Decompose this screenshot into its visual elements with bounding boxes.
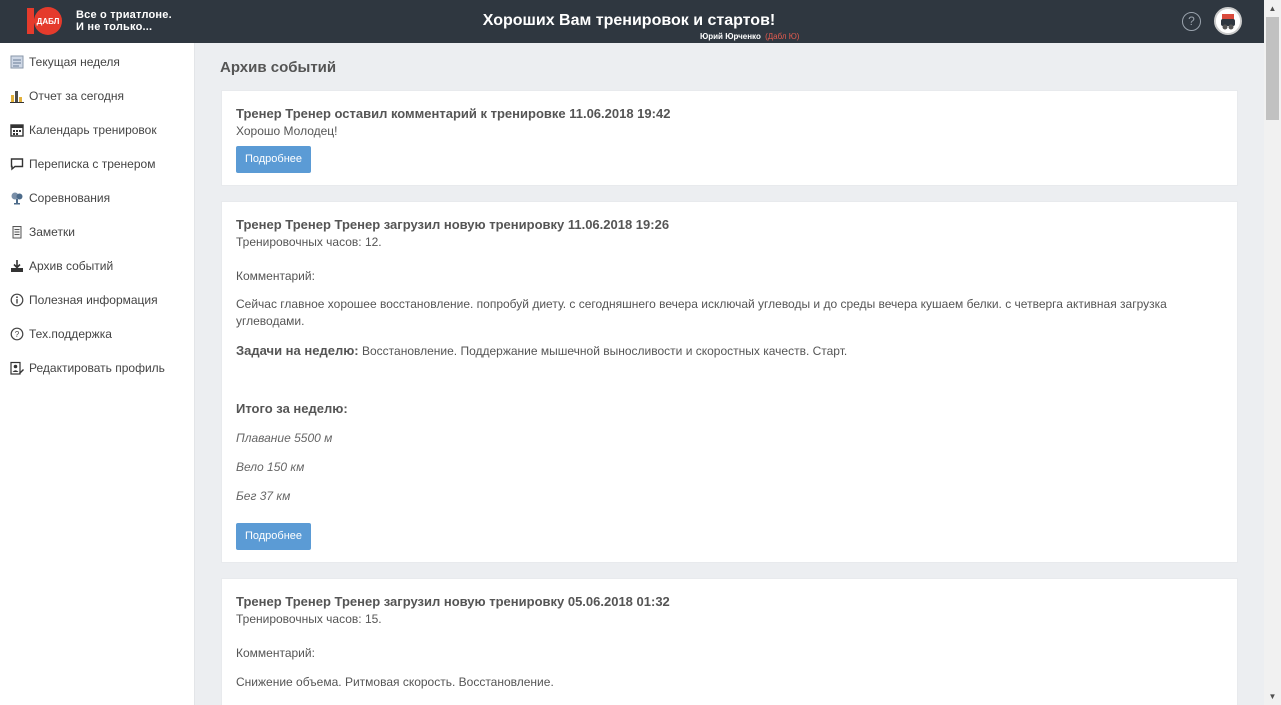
run-total: Бег 37 км: [236, 489, 291, 503]
sidebar-item-competitions[interactable]: Соревнования: [0, 181, 195, 215]
header-user[interactable]: Юрий Юрченко (Дабл Ю): [700, 32, 799, 41]
sidebar-item-label: Соревнования: [29, 191, 111, 205]
sidebar-item-useful-info[interactable]: Полезная информация: [0, 283, 195, 317]
notes-icon: [9, 225, 24, 240]
event-card: Тренер Тренер Тренер загрузил новую трен…: [221, 578, 1238, 705]
sidebar-item-label: Редактировать профиль: [29, 361, 165, 375]
page-title: Архив событий: [220, 59, 337, 76]
sidebar-item-coach-chat[interactable]: Переписка с тренером: [0, 147, 195, 181]
help-icon: ?: [9, 327, 24, 342]
sidebar-item-current-week[interactable]: Текущая неделя: [0, 45, 195, 79]
sidebar-item-edit-profile[interactable]: Редактировать профиль: [0, 351, 195, 385]
sidebar-item-label: Архив событий: [29, 259, 114, 273]
comment-text: Снижение объема. Ритмовая скорость. Восс…: [236, 675, 554, 689]
sidebar-item-today-report[interactable]: Отчет за сегодня: [0, 79, 195, 113]
top-header: ДАБЛ Все о триатлоне. И не только... Хор…: [0, 0, 1264, 43]
vertical-scrollbar[interactable]: ▲ ▼: [1264, 0, 1281, 705]
details-button[interactable]: Подробнее: [236, 146, 311, 173]
scroll-down-arrow-icon[interactable]: ▼: [1264, 688, 1281, 705]
weekly-total: Итого за неделю:: [236, 401, 348, 416]
scroll-thumb[interactable]: [1266, 17, 1279, 120]
sidebar-item-training-calendar[interactable]: Календарь тренировок: [0, 113, 195, 147]
event-title: Тренер Тренер Тренер загрузил новую трен…: [236, 217, 670, 232]
event-title: Тренер Тренер Тренер загрузил новую трен…: [236, 594, 670, 609]
event-card: Тренер Тренер Тренер загрузил новую трен…: [221, 201, 1238, 563]
sidebar: Текущая неделя Отчет за сегодня Календар…: [0, 43, 195, 705]
calendar-week-icon: [9, 55, 24, 70]
user-name: Юрий Юрченко: [700, 32, 761, 41]
header-greeting: Хороших Вам тренировок и стартов!: [482, 12, 776, 29]
comment-text: Сейчас главное хорошее восстановление. п…: [236, 297, 1167, 328]
main-content: Архив событий Тренер Тренер оставил комм…: [196, 43, 1264, 705]
scroll-up-arrow-icon[interactable]: ▲: [1264, 0, 1281, 17]
weekly-tasks: Задачи на неделю: Восстановление. Поддер…: [236, 343, 847, 358]
trophy-icon: [9, 191, 24, 206]
training-hours: Тренировочных часов: 15.: [236, 612, 382, 626]
event-card: Тренер Тренер оставил комментарий к трен…: [221, 90, 1238, 186]
bar-chart-icon: [9, 89, 24, 104]
download-icon: [9, 259, 24, 274]
info-icon: [9, 293, 24, 308]
comment-label: Комментарий:: [236, 646, 315, 660]
sidebar-item-label: Заметки: [29, 225, 75, 239]
weekly-total-label: Итого за неделю:: [236, 401, 348, 416]
sidebar-item-notes[interactable]: Заметки: [0, 215, 195, 249]
sidebar-item-label: Переписка с тренером: [29, 157, 156, 171]
sidebar-item-label: Полезная информация: [29, 293, 158, 307]
bike-total: Вело 150 км: [236, 460, 305, 474]
sidebar-item-label: Отчет за сегодня: [29, 89, 125, 103]
calendar-icon: [9, 123, 24, 138]
swim-total: Плавание 5500 м: [236, 431, 333, 445]
weekly-tasks-label: Задачи на неделю:: [236, 343, 359, 358]
event-body: Хорошо Молодец!: [236, 124, 338, 138]
chat-icon: [9, 157, 24, 172]
help-icon[interactable]: ?: [1182, 12, 1201, 31]
sidebar-item-event-archive[interactable]: Архив событий: [0, 249, 195, 283]
sidebar-item-label: Текущая неделя: [29, 55, 120, 69]
training-hours: Тренировочных часов: 12.: [236, 235, 382, 249]
sidebar-item-tech-support[interactable]: ? Тех.поддержка: [0, 317, 195, 351]
edit-profile-icon: [9, 361, 24, 376]
sidebar-item-label: Тех.поддержка: [29, 327, 112, 341]
avatar[interactable]: [1214, 7, 1242, 35]
details-button[interactable]: Подробнее: [236, 523, 311, 550]
svg-text:?: ?: [14, 330, 19, 339]
user-club: (Дабл Ю): [765, 32, 800, 41]
sidebar-item-label: Календарь тренировок: [29, 123, 157, 137]
comment-label: Комментарий:: [236, 269, 315, 283]
avatar-image-icon: [1216, 9, 1240, 33]
weekly-tasks-text: Восстановление. Поддержание мышечной вын…: [361, 344, 848, 358]
event-title: Тренер Тренер оставил комментарий к трен…: [236, 106, 671, 121]
